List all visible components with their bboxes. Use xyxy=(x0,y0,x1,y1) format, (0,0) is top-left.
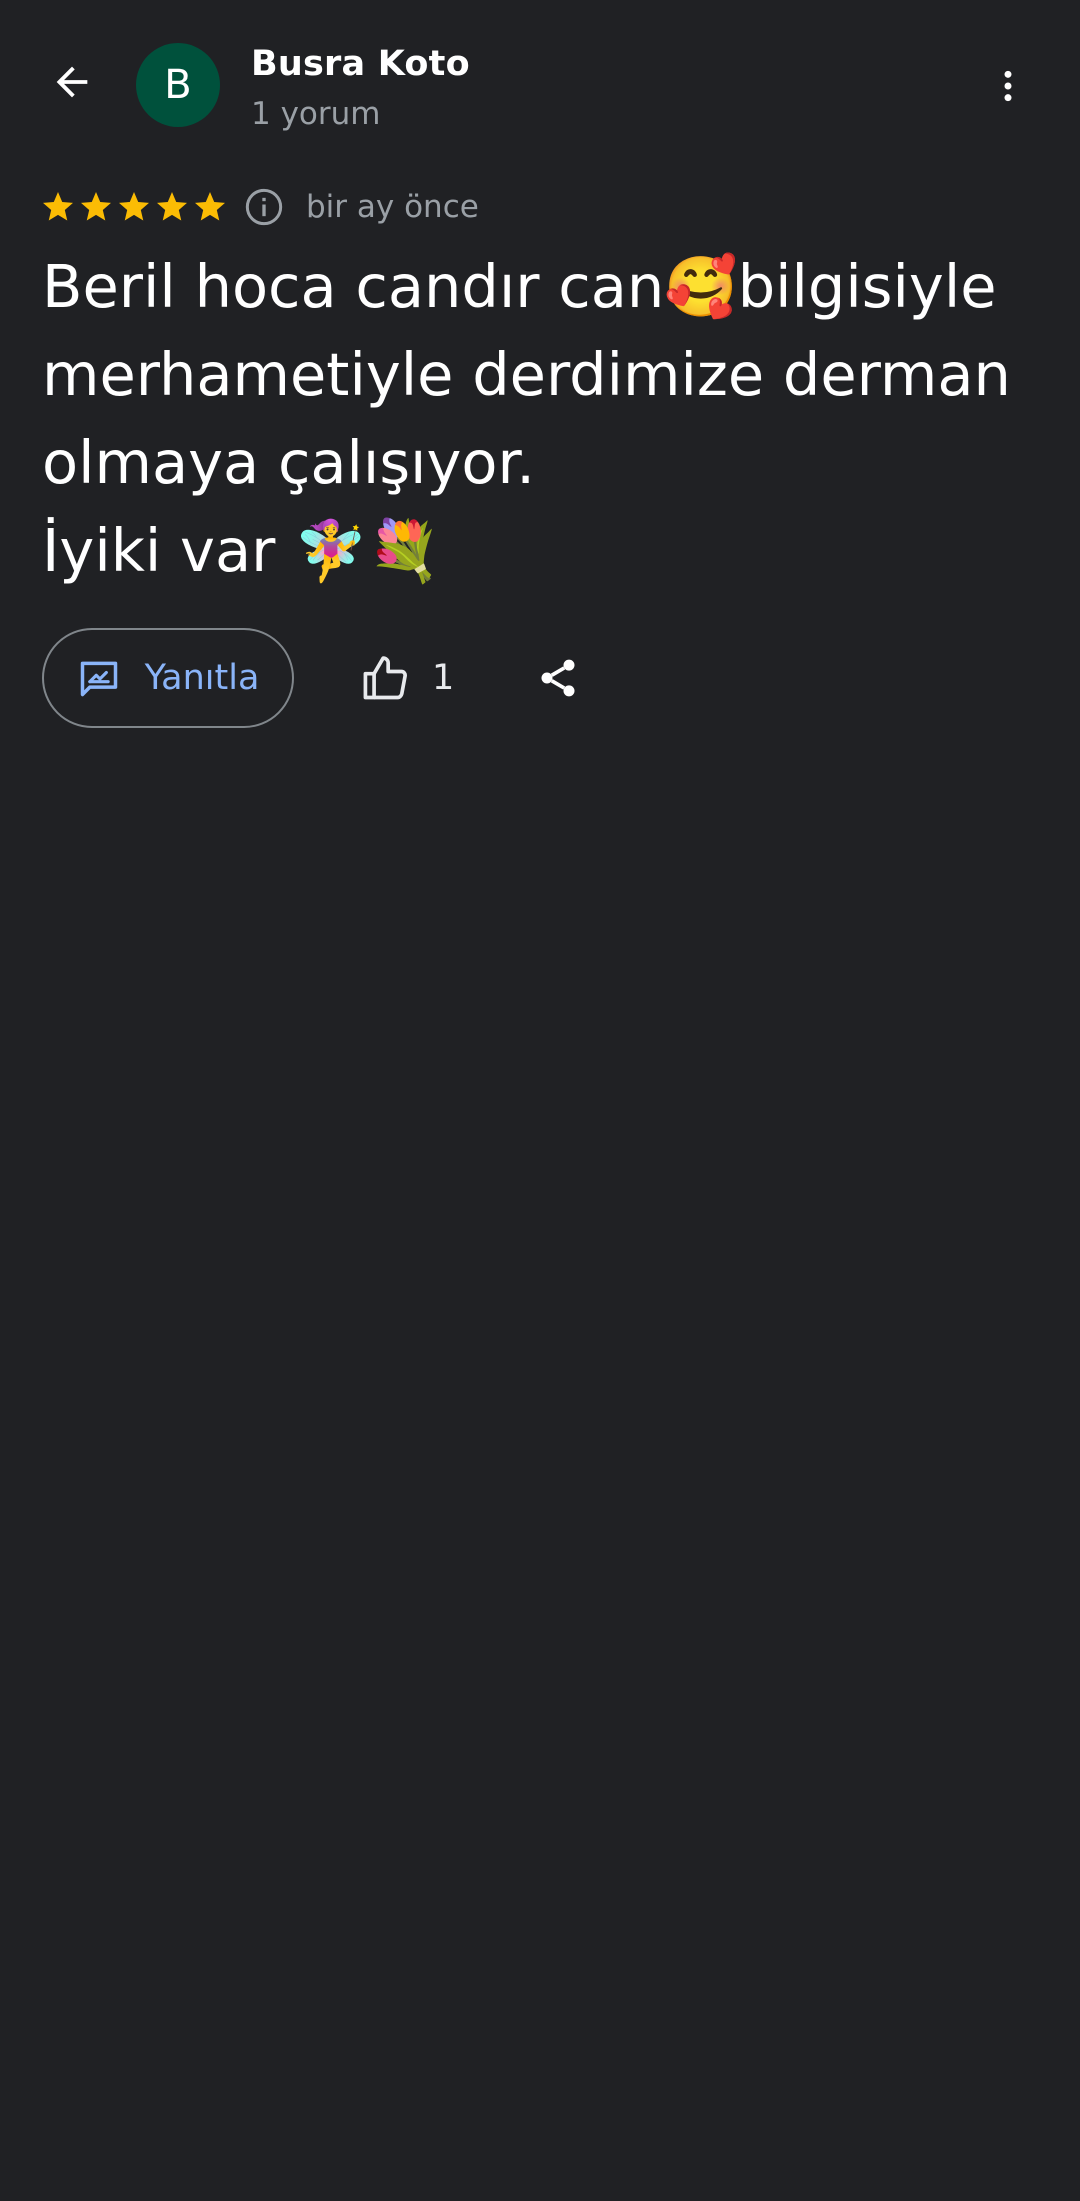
rate-review-icon xyxy=(80,661,117,697)
share-icon xyxy=(541,659,575,697)
star-icon xyxy=(81,192,111,221)
rating-row: bir ay önce xyxy=(40,182,479,232)
reviewer-review-count: 1 yorum xyxy=(251,96,381,132)
review-actions: Yanıtla 1 xyxy=(42,626,586,730)
avatar-letter: B xyxy=(164,62,192,108)
avatar[interactable]: B xyxy=(136,43,220,127)
arrow-back-icon xyxy=(56,66,88,98)
star-icon xyxy=(195,192,225,221)
reply-button[interactable]: Yanıtla xyxy=(42,628,294,728)
review-text: Beril hoca candır can🥰bilgisiyle merhame… xyxy=(42,252,1011,585)
star-icon xyxy=(43,192,73,221)
share-button[interactable] xyxy=(530,628,586,728)
info-icon xyxy=(245,188,283,226)
review-date: bir ay önce xyxy=(306,189,479,225)
back-button[interactable] xyxy=(36,46,108,118)
reviewer-name[interactable]: Busra Koto xyxy=(251,44,470,84)
like-count: 1 xyxy=(432,658,455,698)
like-button[interactable]: 1 xyxy=(360,628,454,728)
star-icon xyxy=(119,192,149,221)
info-button[interactable] xyxy=(242,185,286,229)
star-icon xyxy=(157,192,187,221)
more-options-button[interactable] xyxy=(978,50,1038,122)
thumb-up-icon xyxy=(363,656,407,700)
star-rating xyxy=(40,189,228,225)
top-app-bar: B Busra Koto 1 yorum xyxy=(0,0,1080,170)
more-vert-icon xyxy=(1004,70,1012,102)
reply-button-label: Yanıtla xyxy=(144,658,260,698)
